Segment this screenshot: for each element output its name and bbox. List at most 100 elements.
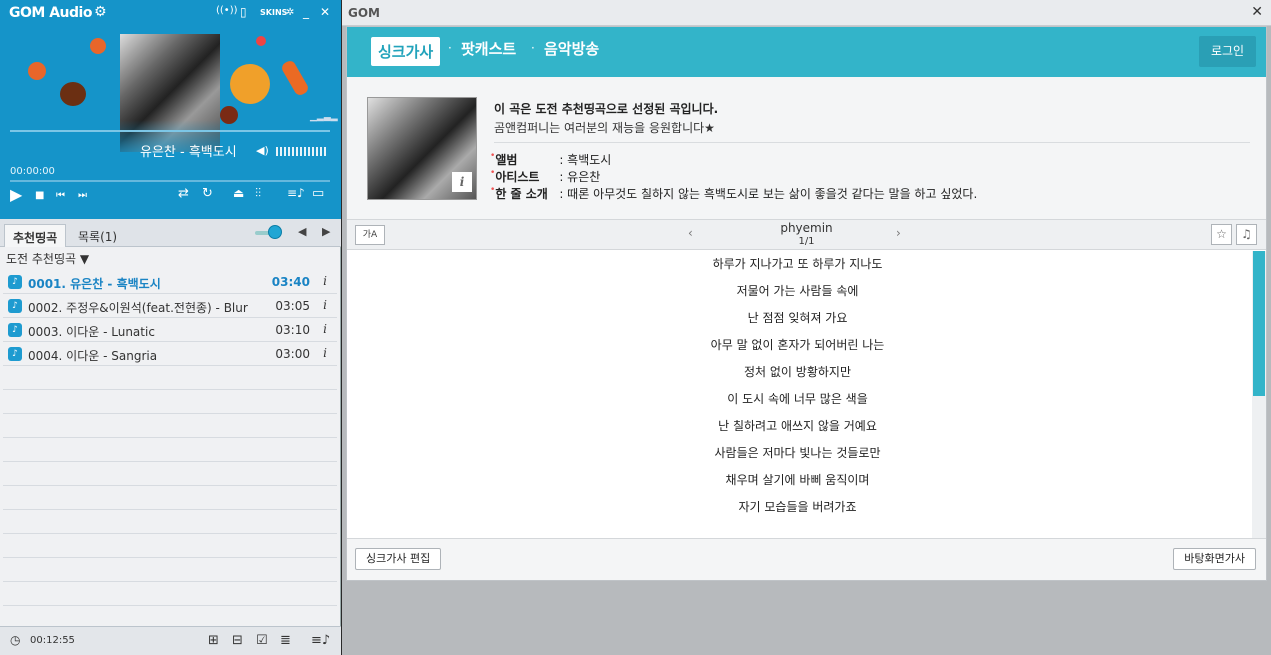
empty-row <box>3 366 337 390</box>
empty-row <box>3 534 337 558</box>
lyric-line: 사람들은 저마다 빛나는 것들로만 <box>714 446 881 460</box>
gom-logo: GOM <box>348 6 380 20</box>
next-icon[interactable]: ⏭ <box>78 190 87 201</box>
table-row[interactable]: ♪ 0002. 주정우&이원석(feat.전현종) - Blur 03:05 i <box>3 294 337 318</box>
track-duration: 03:05 <box>275 299 310 313</box>
lyric-line: 채우며 살기에 바삐 움직이며 <box>725 473 870 487</box>
lyric-line: 정처 없이 방황하지만 <box>744 365 851 379</box>
lyric-author: phyemin <box>780 221 833 235</box>
intro-meta: •한 줄 소개: 때론 아무것도 칠하지 않는 흑백도시로 보는 삶이 좋을것 … <box>490 185 977 202</box>
prev-tab-icon[interactable]: ◀ <box>298 225 306 238</box>
skins-button[interactable]: SKINS <box>260 8 287 17</box>
meta-value: : 때론 아무것도 칠하지 않는 흑백도시로 보는 삶이 좋을것 같다는 말을 … <box>559 187 978 201</box>
meta-key: 아티스트 <box>495 170 540 184</box>
previous-icon[interactable]: ⏮ <box>56 190 65 201</box>
divider <box>494 142 1250 143</box>
minimize-icon[interactable]: _ <box>303 5 309 19</box>
decor-fruit <box>28 62 46 80</box>
close-icon[interactable]: ✕ <box>320 5 330 19</box>
shuffle-icon[interactable]: ⇄ <box>178 186 189 201</box>
gear-icon[interactable]: ⚙ <box>94 4 107 20</box>
info-icon[interactable]: i <box>323 298 327 312</box>
repeat-icon[interactable]: ↻ <box>202 186 213 201</box>
lyric-line: 저물어 가는 사람들 속에 <box>736 284 859 298</box>
playlist-name-dropdown[interactable]: 도전 추천띵곡 ▼ <box>6 250 89 267</box>
select-icon[interactable]: ☑ <box>256 633 268 648</box>
lyrics-window: GOM ✕ 싱크가사 · 팟캐스트 · 음악방송 로그인 i 이 곡은 도전 추… <box>342 0 1271 655</box>
playlist-menu-icon[interactable]: ≡♪ <box>311 633 330 648</box>
empty-row <box>3 438 337 462</box>
album-thumbnail: i <box>367 97 477 200</box>
table-row[interactable]: ♪ 0001. 유은찬 - 흑백도시 03:40 i <box>3 270 337 294</box>
table-row[interactable]: ♪ 0004. 이다운 - Sangria 03:00 i <box>3 342 337 366</box>
decor-fruit <box>90 38 106 54</box>
tab-list[interactable]: 목록(1) <box>70 224 125 247</box>
remove-icon[interactable]: ⊟ <box>232 633 243 648</box>
lyrics-titlebar[interactable]: GOM ✕ <box>342 0 1271 26</box>
info-icon[interactable]: i <box>323 322 327 336</box>
decor-berry <box>256 36 266 46</box>
slider-knob[interactable] <box>268 225 282 239</box>
next-tab-icon[interactable]: ▶ <box>322 225 330 238</box>
lyrics-icon[interactable]: ≡♪ <box>287 186 305 200</box>
close-icon[interactable]: ✕ <box>1251 4 1263 20</box>
player-titlebar[interactable]: GOM Audio ⚙ ((•)) ▯ SKINS ✲ _ ✕ <box>0 0 341 26</box>
notice-title: 이 곡은 도전 추천띵곡으로 선정된 곡입니다. <box>494 102 719 116</box>
layout-icon[interactable]: ▭ <box>312 186 324 201</box>
scrollbar-thumb[interactable] <box>1253 251 1265 396</box>
meta-key: 앨범 <box>495 153 518 167</box>
login-button[interactable]: 로그인 <box>1199 36 1256 67</box>
empty-row <box>3 486 337 510</box>
tab-podcast[interactable]: 팟캐스트 <box>461 38 516 59</box>
table-row[interactable]: ♪ 0003. 이다운 - Lunatic 03:10 i <box>3 318 337 342</box>
add-icon[interactable]: ⊞ <box>208 633 219 648</box>
equalizer-icon[interactable]: ⫶⫶ <box>255 186 261 201</box>
spectrum-icon: ▁▂▃▂ <box>310 112 338 122</box>
track-duration: 03:40 <box>271 275 310 289</box>
desktop-lyrics-button[interactable]: 바탕화면가사 <box>1173 548 1256 570</box>
lyric-line: 아무 말 없이 혼자가 되어버린 나는 <box>710 338 885 352</box>
music-note-icon: ♪ <box>8 323 22 337</box>
seek-bar[interactable] <box>10 180 330 182</box>
gom-audio-app: GOM Audio ⚙ ((•)) ▯ SKINS ✲ _ ✕ ▁▂▃▂ 유은찬… <box>0 0 1271 655</box>
volume-slider[interactable] <box>276 147 328 156</box>
playlist: ♪ 0001. 유은찬 - 흑백도시 03:40 i ♪ 0002. 주정우&이… <box>3 270 337 654</box>
lyrics-header: 싱크가사 · 팟캐스트 · 음악방송 로그인 <box>347 27 1266 77</box>
play-icon[interactable]: ▶ <box>10 185 22 204</box>
lyric-page: 1/1 <box>798 236 815 247</box>
tab-separator: · <box>448 41 452 55</box>
tab-label: 목록(1) <box>78 230 118 244</box>
volume-icon[interactable]: ◀) <box>256 144 269 157</box>
empty-row <box>3 414 337 438</box>
mobile-icon[interactable]: ▯ <box>240 5 247 19</box>
info-icon[interactable]: i <box>323 274 327 288</box>
track-title: 0003. 이다운 - Lunatic <box>28 325 155 339</box>
track-duration: 03:10 <box>275 323 310 337</box>
tab-label: 추천띵곡 <box>13 231 58 245</box>
app-logo: GOM Audio <box>9 5 92 21</box>
lyrics-toolbar: 가A ‹ phyemin 1/1 › ☆ ♫ <box>347 220 1266 250</box>
chevron-right-icon[interactable]: › <box>896 226 901 240</box>
sort-icon[interactable]: ≣ <box>280 633 291 648</box>
playlist-tabs: 추천띵곡 목록(1) ◀ ▶ <box>0 219 341 247</box>
eject-icon[interactable]: ⏏ <box>233 186 244 200</box>
empty-row <box>3 390 337 414</box>
album-meta: •앨범: 흑백도시 <box>490 151 611 168</box>
track-duration: 03:00 <box>275 347 310 361</box>
tab-music-broadcast[interactable]: 음악방송 <box>544 38 599 59</box>
edit-sync-lyrics-button[interactable]: 싱크가사 편집 <box>355 548 442 570</box>
tab-separator: · <box>531 41 535 55</box>
broadcast-icon[interactable]: ((•)) <box>216 5 238 16</box>
bell-icon[interactable]: ♫ <box>1236 224 1257 245</box>
tab-recommended[interactable]: 추천띵곡 <box>4 224 67 247</box>
empty-row <box>3 558 337 582</box>
star-icon[interactable]: ☆ <box>1211 224 1232 245</box>
skin-wand-icon[interactable]: ✲ <box>286 7 294 18</box>
stop-icon[interactable]: ■ <box>35 190 44 201</box>
decor-carrot <box>279 58 311 98</box>
info-icon[interactable]: i <box>323 346 327 360</box>
tab-sync-lyrics[interactable]: 싱크가사 <box>371 37 441 66</box>
meta-key: 한 줄 소개 <box>495 187 548 201</box>
lyric-line: 난 점점 잊혀져 가요 <box>747 311 848 325</box>
info-icon[interactable]: i <box>452 172 472 192</box>
